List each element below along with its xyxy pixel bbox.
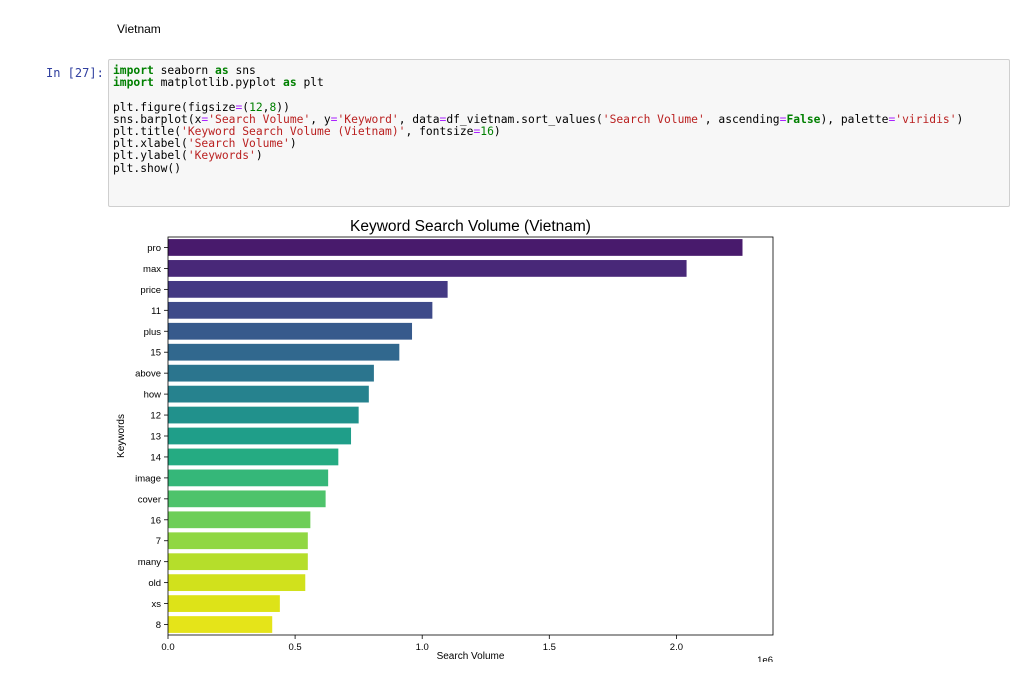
x-tick-label: 1.0 <box>416 642 429 653</box>
code-line: plt.ylabel('Keywords') <box>113 150 1005 162</box>
x-offset-label: 1e6 <box>757 655 773 662</box>
code-token: df_vietnam.sort_values( <box>446 112 603 126</box>
code-token: import <box>113 64 154 77</box>
y-tick-label: cover <box>138 494 161 505</box>
code-token: 'Keyword' <box>337 112 399 126</box>
bar <box>168 469 329 487</box>
bar-chart: Keyword Search Volume (Vietnam) pro max pri… <box>116 218 774 666</box>
code-line: plt.show() <box>113 161 1005 175</box>
code-token: plt.title( <box>113 124 182 138</box>
code-token: , ascending <box>704 112 780 126</box>
y-tick-label: 12 <box>150 411 161 422</box>
y-tick-label: 14 <box>150 452 161 463</box>
bar <box>168 511 311 529</box>
code-token: 'Keywords' <box>187 149 256 163</box>
y-tick-label: how <box>144 390 162 401</box>
y-tick-label: pro <box>147 243 161 254</box>
code-token: 'Search Volume' <box>602 112 705 126</box>
bar <box>168 616 273 633</box>
chart-output: Keyword Search Volume (Vietnam) pro max pri… <box>108 212 808 667</box>
code-token: 'Search Volume' <box>187 137 290 151</box>
bar <box>168 280 448 298</box>
code-token: )) <box>276 100 290 114</box>
code-token: ), palette <box>820 112 889 126</box>
y-tick-label: 15 <box>150 348 161 359</box>
y-tick-label: 11 <box>151 306 161 317</box>
code-token: sns <box>228 64 256 77</box>
markdown-text: Vietnam <box>117 22 161 36</box>
code-token: False <box>786 112 821 126</box>
y-tick-label: price <box>140 285 161 296</box>
cell-prompt: In [27]: <box>46 66 104 80</box>
code-token: import <box>113 76 154 90</box>
bar <box>168 260 687 277</box>
code-token: seaborn <box>153 64 216 77</box>
y-tick-label: xs <box>152 599 162 610</box>
x-tick-label: 0.5 <box>288 642 301 653</box>
x-axis-label: Search Volume <box>437 651 505 662</box>
x-tick-label: 2.0 <box>670 642 683 653</box>
y-tick-label: image <box>135 473 161 484</box>
code-token: ) <box>493 124 501 138</box>
code-token: ) <box>956 112 964 126</box>
code-line: import matplotlib.pyplot as plt <box>113 77 1005 89</box>
y-tick-label: 16 <box>150 515 161 526</box>
y-tick-label: above <box>135 369 161 380</box>
code-token: plt.xlabel( <box>113 137 188 151</box>
bar <box>168 427 352 445</box>
code-token: 'viridis' <box>895 112 957 126</box>
code-token: , data <box>398 112 440 126</box>
y-tick-label: old <box>148 578 161 589</box>
code-token: 'Keyword Search Volume (Vietnam)' <box>181 124 406 138</box>
bar <box>168 595 280 612</box>
bar <box>168 532 308 550</box>
code-token: , y <box>310 112 331 126</box>
code-token: 'Search Volume' <box>208 112 311 126</box>
bar <box>168 385 369 403</box>
code-token: 16 <box>480 124 494 138</box>
bar <box>168 322 413 340</box>
y-tick-label: 8 <box>156 620 161 631</box>
y-tick-label: many <box>138 557 161 568</box>
code-token: as <box>215 64 229 77</box>
code-token: plt <box>296 76 324 90</box>
y-tick-label: plus <box>144 327 162 338</box>
bar <box>168 364 374 382</box>
y-tick-label: max <box>143 264 161 275</box>
code-token: , fontsize <box>405 124 474 138</box>
bar <box>168 490 326 508</box>
code-token: 12 <box>249 100 263 114</box>
bar <box>168 448 339 466</box>
y-axis-label: Keywords <box>116 414 127 458</box>
bar <box>168 406 359 424</box>
code-token: plt.show() <box>113 161 182 175</box>
bar <box>168 239 743 256</box>
bar <box>168 574 306 592</box>
bar <box>168 301 433 319</box>
y-tick-label: 7 <box>156 536 161 547</box>
y-tick-label: 13 <box>150 432 161 443</box>
x-tick-label: 0.0 <box>161 642 174 653</box>
code-editor[interactable]: import seaborn as sns import matplotlib.p… <box>109 60 1009 180</box>
code-token: as <box>283 76 297 90</box>
code-token: plt.figure(figsize <box>113 100 236 114</box>
chart-title: Keyword Search Volume (Vietnam) <box>350 218 591 235</box>
bar <box>168 553 308 571</box>
bar <box>168 343 400 361</box>
code-token: matplotlib.pyplot <box>153 76 284 90</box>
code-token: ) <box>255 149 263 163</box>
code-token: plt.ylabel( <box>113 149 188 163</box>
code-cell[interactable]: import seaborn as sns import matplotlib.p… <box>108 59 1010 207</box>
x-tick-label: 1.5 <box>543 642 556 653</box>
code-token: sns.barplot(x <box>113 112 202 126</box>
code-token: ) <box>289 137 297 151</box>
